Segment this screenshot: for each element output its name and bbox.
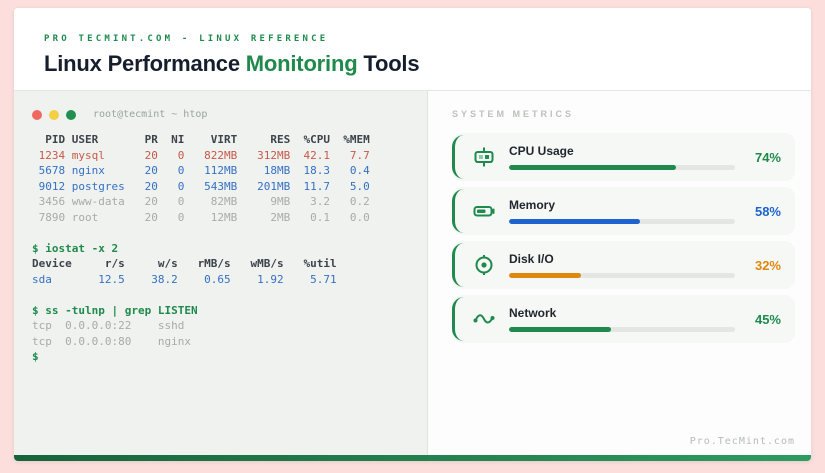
bottom-accent-bar	[14, 455, 811, 461]
metric-value: 74%	[754, 149, 781, 165]
system-metrics-panel: SYSTEM METRICS CPU Usage 74% Memory 58% Disk…	[428, 91, 811, 455]
terminal-line: 7890 root 20 0 12MB 2MB 0.1 0.0	[32, 210, 370, 224]
card-header: PRO TECMINT.COM - LINUX REFERENCE Linux …	[14, 8, 811, 90]
metric-progress-track	[509, 273, 735, 278]
eyebrow-text: PRO TECMINT.COM - LINUX REFERENCE	[44, 34, 329, 44]
terminal-line: PID USER PR NI VIRT RES %CPU %MEM	[32, 133, 370, 146]
terminal-line: $	[32, 350, 39, 363]
metric-card-network: Network 45%	[452, 295, 795, 343]
watermark-text: Pro.TecMint.com	[689, 436, 795, 447]
terminal-line: $ iostat -x 2	[32, 241, 119, 255]
metric-progress-fill	[509, 219, 641, 224]
terminal-line: tcp 0.0.0.0:22 sshd	[32, 319, 185, 332]
metric-progress-track	[509, 327, 735, 332]
terminal-line: $ ss -tulnp | grep LISTEN	[32, 303, 198, 317]
section-label: SYSTEM METRICS	[452, 109, 575, 119]
metrics-list: CPU Usage 74% Memory 58% Disk I/O 32% Network 4…	[452, 133, 795, 343]
network-icon	[472, 307, 496, 331]
metric-progress-track	[509, 165, 735, 170]
terminal-line: 9012 postgres 20 0 543MB 201MB 11.7 5.0	[32, 179, 370, 193]
terminal-line: tcp 0.0.0.0:80 nginx	[32, 334, 191, 348]
terminal-lines: PID USER PR NI VIRT RES %CPU %MEM 1234 m…	[32, 132, 427, 365]
metric-progress-track	[509, 219, 735, 224]
disk-icon	[472, 253, 496, 277]
metric-progress-fill	[509, 273, 582, 278]
title-highlight: Monitoring	[245, 51, 358, 76]
page-title: Linux Performance Monitoring Tools	[44, 51, 811, 77]
metric-value: 58%	[754, 203, 781, 219]
metric-content: Memory	[509, 198, 735, 224]
accent-bracket	[452, 297, 464, 341]
main-card: PRO TECMINT.COM - LINUX REFERENCE Linux …	[14, 8, 811, 461]
metric-label: Disk I/O	[509, 252, 554, 266]
metric-content: Disk I/O	[509, 252, 735, 278]
terminal-panel: root@tecmint ~ htop PID USER PR NI VIRT …	[14, 91, 428, 455]
terminal-line: 5678 nginx 20 0 112MB 18MB 18.3 0.4	[32, 164, 370, 177]
title-prefix: Linux Performance	[44, 51, 246, 76]
card-body: root@tecmint ~ htop PID USER PR NI VIRT …	[14, 90, 811, 455]
terminal-titlebar: root@tecmint ~ htop	[32, 109, 427, 120]
accent-bracket	[452, 189, 464, 233]
title-suffix: Tools	[357, 51, 420, 76]
terminal-window-title: root@tecmint ~ htop	[93, 109, 208, 120]
metric-content: Network	[509, 306, 735, 332]
metric-label: Network	[509, 306, 557, 320]
metric-progress-fill	[509, 165, 677, 170]
terminal-line: Device r/s w/s rMB/s wMB/s %util	[32, 257, 337, 270]
cpu-icon	[472, 145, 496, 169]
traffic-light-minimize-icon	[49, 109, 59, 120]
accent-bracket	[452, 243, 464, 287]
metric-progress-fill	[509, 327, 611, 332]
metric-value: 32%	[754, 257, 781, 273]
terminal-line: sda 12.5 38.2 0.65 1.92 5.71	[32, 272, 337, 286]
metric-label: Memory	[509, 198, 556, 212]
page-background: PRO TECMINT.COM - LINUX REFERENCE Linux …	[0, 0, 825, 473]
terminal-line: 3456 www-data 20 0 82MB 9MB 3.2 0.2	[32, 195, 370, 208]
metric-value: 45%	[754, 311, 781, 327]
traffic-light-close-icon	[32, 109, 42, 120]
accent-bracket	[452, 135, 464, 179]
metric-card-memory: Memory 58%	[452, 187, 795, 235]
metric-label: CPU Usage	[509, 144, 574, 158]
terminal-line: 1234 mysql 20 0 822MB 312MB 42.1 7.7	[32, 148, 370, 162]
metric-card-cpu-usage: CPU Usage 74%	[452, 133, 795, 181]
metric-content: CPU Usage	[509, 144, 735, 170]
metric-card-disk-i-o: Disk I/O 32%	[452, 241, 795, 289]
traffic-light-maximize-icon	[66, 109, 76, 120]
memory-icon	[472, 199, 496, 223]
